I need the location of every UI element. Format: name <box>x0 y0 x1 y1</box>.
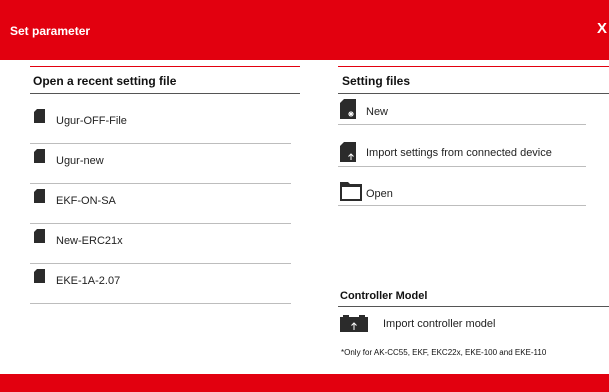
dialog-title: Set parameter <box>10 24 91 38</box>
recent-files-list: Ugur-OFF-File Ugur-new EKF-ON-SA New-ERC… <box>30 104 291 304</box>
recent-files-heading: Open a recent setting file <box>33 74 177 88</box>
file-icon <box>34 149 45 163</box>
recent-files-panel: Open a recent setting file <box>30 66 300 94</box>
open-file-button[interactable]: Open <box>338 179 586 206</box>
footer-bar <box>0 374 609 392</box>
setting-files-panel: Setting files <box>338 66 609 94</box>
recent-file-label: Ugur-OFF-File <box>56 115 127 127</box>
import-from-device-button[interactable]: Import settings from connected device <box>338 136 586 167</box>
heading-divider <box>30 93 300 94</box>
recent-file-label: New-ERC21x <box>56 235 123 247</box>
controller-divider <box>338 306 609 307</box>
recent-file-label: EKE-1A-2.07 <box>56 275 121 287</box>
file-icon <box>34 229 45 243</box>
recent-file-label: EKF-ON-SA <box>56 195 116 207</box>
controller-note: *Only for AK-CC55, EKF, EKC22x, EKE-100 … <box>341 348 547 357</box>
recent-file-item[interactable]: New-ERC21x <box>30 224 291 264</box>
file-icon <box>34 109 45 123</box>
setting-files-heading: Setting files <box>342 74 411 88</box>
new-file-label: New <box>366 106 389 118</box>
controller-icon <box>340 314 368 334</box>
file-icon <box>34 189 45 203</box>
import-controller-label: Import controller model <box>383 318 496 330</box>
title-bar: Set parameter X <box>0 0 609 60</box>
recent-file-item[interactable]: EKE-1A-2.07 <box>30 264 291 304</box>
set-parameter-dialog: Set parameter X Open a recent setting fi… <box>0 0 609 392</box>
controller-model-heading: Controller Model <box>340 290 428 302</box>
import-file-icon <box>340 142 356 162</box>
recent-file-label: Ugur-new <box>56 155 104 167</box>
open-file-label: Open <box>366 188 393 200</box>
file-icon <box>34 269 45 283</box>
heading-divider <box>338 93 609 94</box>
new-file-button[interactable]: New <box>338 95 586 125</box>
close-button[interactable]: X <box>597 20 607 37</box>
import-from-device-label: Import settings from connected device <box>366 147 552 159</box>
recent-file-item[interactable]: Ugur-new <box>30 144 291 184</box>
recent-file-item[interactable]: EKF-ON-SA <box>30 184 291 224</box>
new-file-icon <box>340 99 356 119</box>
folder-icon <box>340 182 362 201</box>
recent-file-item[interactable]: Ugur-OFF-File <box>30 104 291 144</box>
import-controller-model-button[interactable]: Import controller model <box>338 310 609 340</box>
